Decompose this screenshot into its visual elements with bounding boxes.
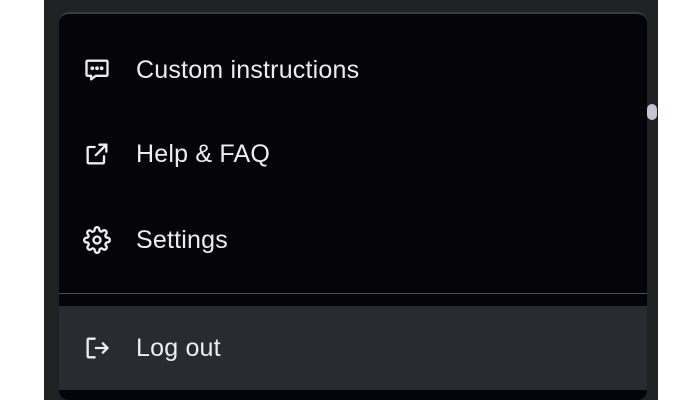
menu-item-label: Help & FAQ — [136, 139, 270, 168]
gear-icon — [83, 226, 111, 254]
menu-item-log-out[interactable]: Log out — [59, 306, 647, 390]
chat-bubble-icon — [83, 56, 111, 84]
menu-item-settings[interactable]: Settings — [59, 198, 647, 282]
external-link-icon — [83, 140, 111, 168]
user-menu-popover: Custom instructions Help & FAQ Settings — [59, 12, 647, 400]
menu-item-label: Settings — [136, 225, 228, 254]
menu-item-help-faq[interactable]: Help & FAQ — [59, 112, 647, 196]
scrollbar-thumb[interactable] — [647, 104, 657, 120]
menu-item-custom-instructions[interactable]: Custom instructions — [59, 28, 647, 112]
menu-bottom-edge — [59, 390, 647, 400]
menu-item-label: Custom instructions — [136, 55, 360, 84]
menu-divider — [59, 293, 647, 294]
menu-item-label: Log out — [136, 333, 221, 362]
logout-icon — [83, 334, 111, 362]
